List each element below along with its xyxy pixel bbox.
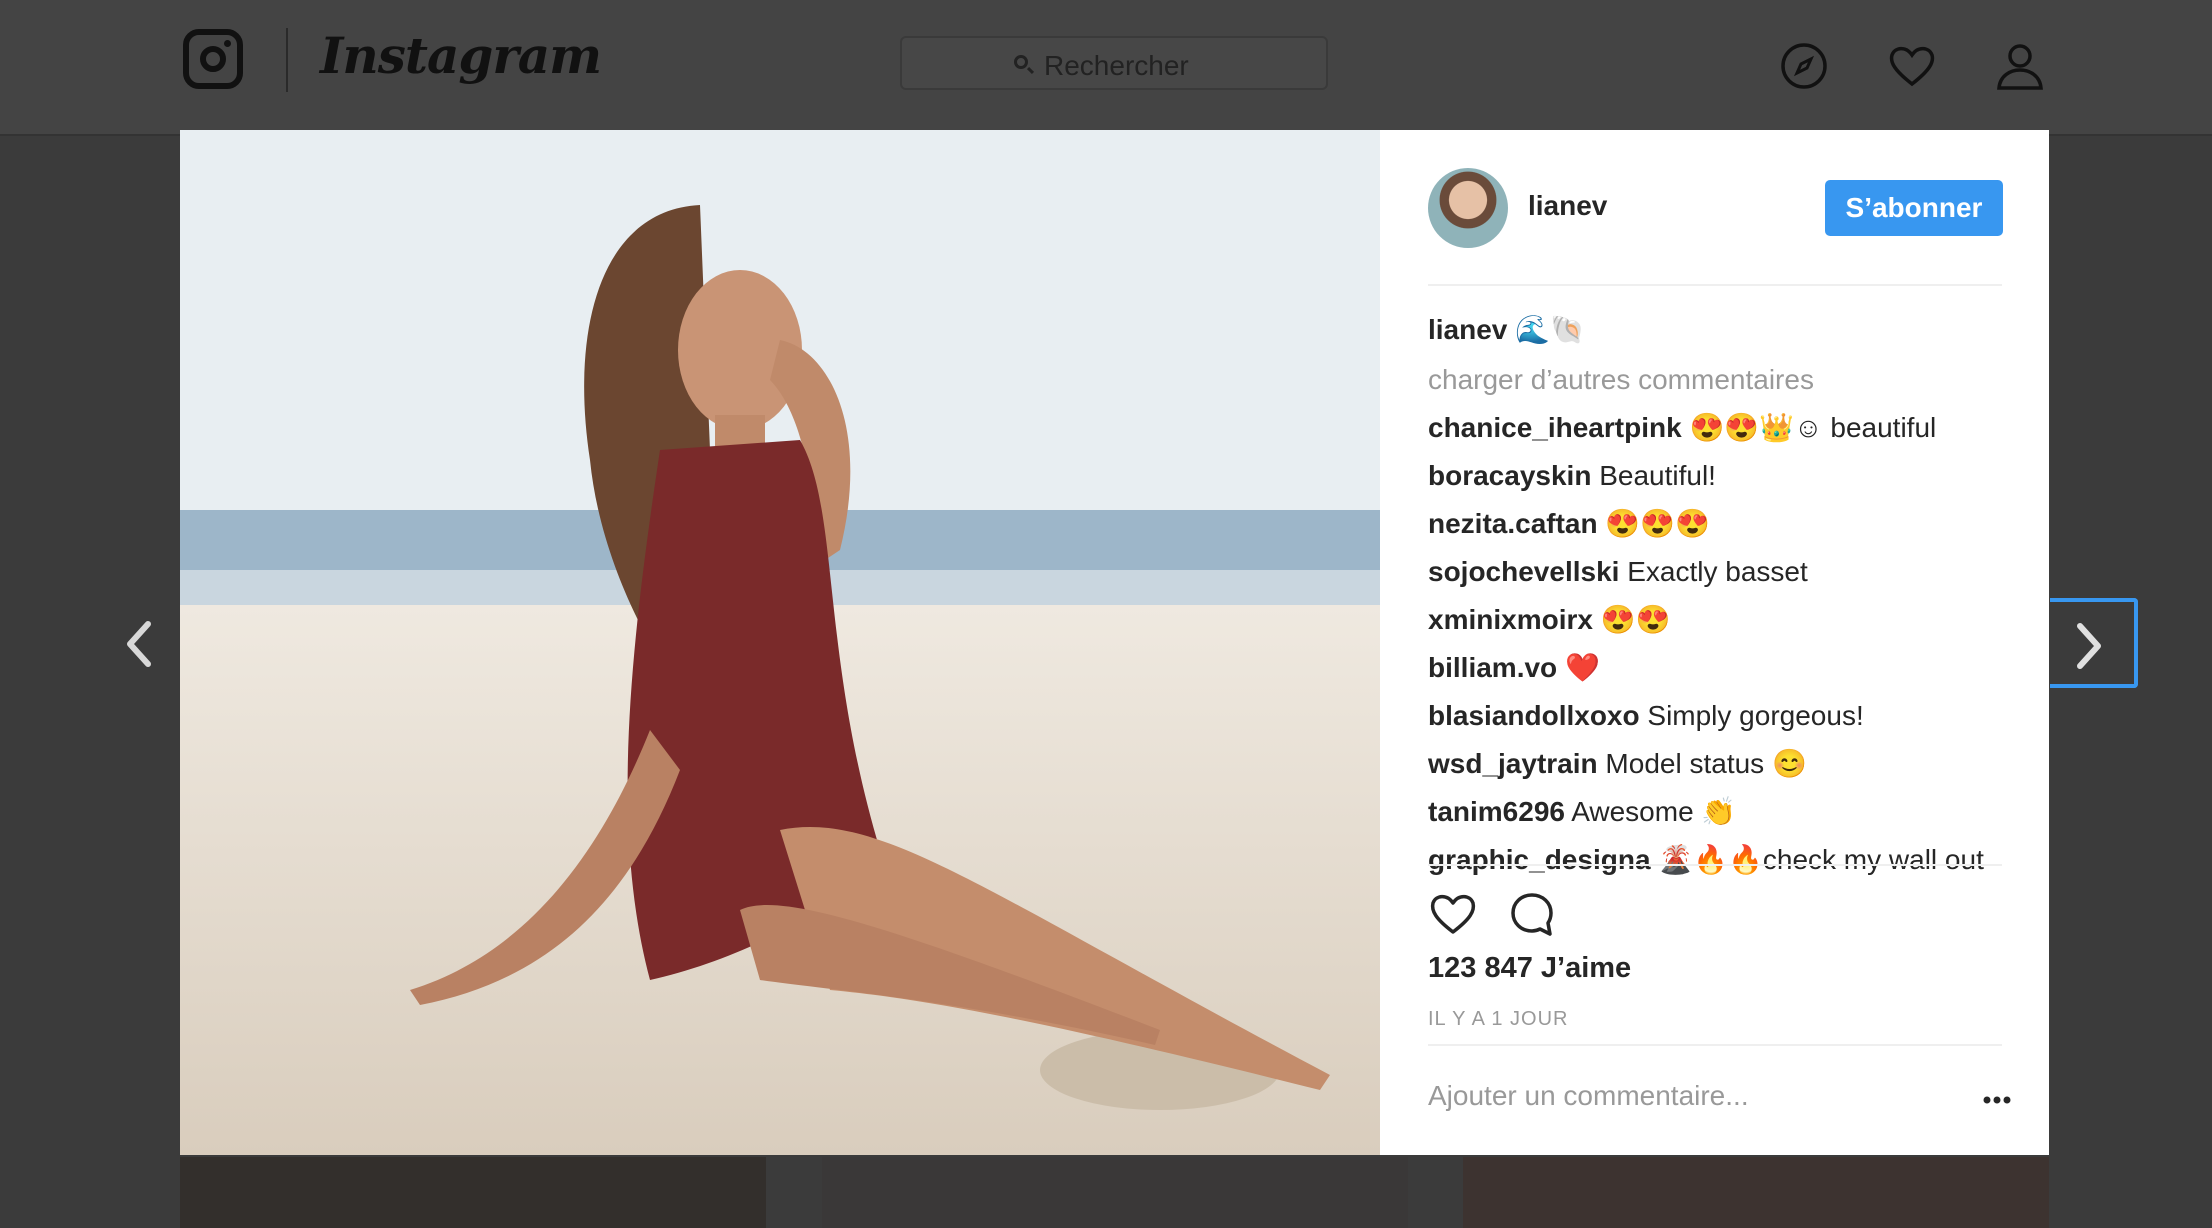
comment-username[interactable]: nezita.caftan [1428, 508, 1598, 539]
more-options-icon[interactable] [1982, 1095, 2012, 1105]
comment-row: sojochevellski Exactly basset [1428, 548, 1808, 596]
top-navigation-bar: Instagram Rechercher [0, 0, 2212, 134]
comment-username[interactable]: billiam.vo [1428, 652, 1557, 683]
comment-text: Model status 😊 [1605, 748, 1807, 779]
previous-arrow-icon[interactable] [110, 614, 170, 674]
header-divider [1428, 284, 2002, 286]
post-author-username[interactable]: lianev [1528, 190, 1607, 222]
like-count[interactable]: 123 847 J’aime [1428, 952, 1631, 985]
post-photo[interactable] [180, 130, 1380, 1155]
instagram-camera-icon[interactable] [183, 29, 243, 89]
grid-thumbnail[interactable] [1463, 1157, 2049, 1228]
comment-row: boracayskin Beautiful! [1428, 452, 1716, 500]
grid-thumbnail[interactable] [180, 1157, 766, 1228]
caption-text: 🌊🐚 [1515, 314, 1585, 345]
comment-text: 😍😍👑☺ beautiful [1689, 412, 1937, 443]
instagram-wordmark[interactable]: Instagram [320, 26, 602, 85]
comment-row: blasiandollxoxo Simply gorgeous! [1428, 692, 1864, 740]
comment-username[interactable]: wsd_jaytrain [1428, 748, 1598, 779]
post-modal: lianev S’abonner lianev 🌊🐚 charger d’aut… [180, 130, 2049, 1155]
comment-username[interactable]: tanim6296 [1428, 796, 1565, 827]
comment-text: 😍😍😍 [1605, 508, 1710, 539]
comment-row: chanice_iheartpink 😍😍👑☺ beautiful [1428, 404, 1936, 452]
comment-text: 🌋🔥🔥check my wall out [1658, 844, 1984, 875]
comment-text: 😍😍 [1600, 604, 1671, 635]
next-arrow-icon[interactable] [2058, 616, 2118, 676]
comment-username[interactable]: sojochevellski [1428, 556, 1619, 587]
footer-divider [1428, 1044, 2002, 1046]
search-input[interactable]: Rechercher [900, 36, 1328, 90]
comment-row: graphic_designa 🌋🔥🔥check my wall out [1428, 836, 1984, 884]
load-more-comments-link[interactable]: charger d’autres commentaires [1428, 356, 1814, 404]
post-caption: lianev 🌊🐚 [1428, 306, 1585, 354]
beach-photo-illustration [180, 130, 1380, 1155]
comment-username[interactable]: blasiandollxoxo [1428, 700, 1640, 731]
caption-username[interactable]: lianev [1428, 314, 1507, 345]
comment-username[interactable]: xminixmoirx [1428, 604, 1593, 635]
add-comment-input[interactable]: Ajouter un commentaire... [1428, 1080, 1749, 1112]
comment-username[interactable]: chanice_iheartpink [1428, 412, 1682, 443]
comment-text: Simply gorgeous! [1647, 700, 1864, 731]
avatar[interactable] [1428, 168, 1508, 248]
comment-text: Exactly basset [1627, 556, 1808, 587]
comment-icon[interactable] [1508, 890, 1556, 938]
comment-row: xminixmoirx 😍😍 [1428, 596, 1670, 644]
comment-text: Awesome 👏 [1571, 796, 1737, 827]
comments-divider [1428, 864, 2002, 866]
heart-icon[interactable] [1886, 40, 1938, 92]
next-button-focus[interactable] [2050, 598, 2138, 688]
comment-row: nezita.caftan 😍😍😍 [1428, 500, 1710, 548]
post-details-panel: lianev S’abonner lianev 🌊🐚 charger d’aut… [1380, 130, 2049, 1155]
comment-row: wsd_jaytrain Model status 😊 [1428, 740, 1807, 788]
comment-username[interactable]: graphic_designa [1428, 844, 1651, 875]
post-timestamp[interactable]: IL Y A 1 JOUR [1428, 1008, 1568, 1031]
logo-divider [286, 28, 288, 92]
follow-button[interactable]: S’abonner [1825, 180, 2003, 236]
comment-text: Beautiful! [1599, 460, 1716, 491]
comment-username[interactable]: boracayskin [1428, 460, 1591, 491]
search-icon [1014, 55, 1028, 69]
like-icon[interactable] [1428, 890, 1478, 936]
comment-row: billiam.vo ❤️ [1428, 644, 1600, 692]
comment-text: ❤️ [1564, 652, 1600, 683]
compass-icon[interactable] [1778, 40, 1830, 92]
comment-row: tanim6296 Awesome 👏 [1428, 788, 1736, 836]
user-icon[interactable] [1994, 40, 2046, 92]
grid-thumbnail[interactable] [822, 1157, 1408, 1228]
search-placeholder: Rechercher [1044, 50, 1189, 81]
